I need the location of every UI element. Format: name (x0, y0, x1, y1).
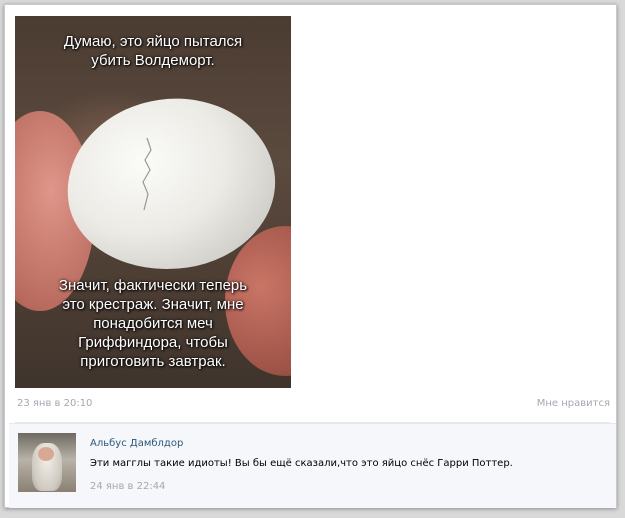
egg-crack-icon (142, 137, 152, 211)
comment-date[interactable]: 24 янв в 22:44 (90, 481, 165, 492)
meme-caption-bottom: Значит, фактически теперь это крестраж. … (58, 277, 248, 370)
like-button[interactable]: Мне нравится (537, 398, 610, 409)
comment-author[interactable]: Альбус Дамблдор (90, 438, 183, 449)
post-date[interactable]: 23 янв в 20:10 (17, 398, 92, 409)
comment-text: Эти магглы такие идиоты! Вы бы ещё сказа… (90, 458, 513, 469)
avatar-face (38, 447, 54, 461)
avatar[interactable] (18, 433, 76, 492)
meme-caption-top: Думаю, это яйцо пытался убить Волдеморт. (63, 33, 243, 69)
comment: Альбус Дамблдор Эти магглы такие идиоты!… (9, 423, 616, 508)
post-card: Думаю, это яйцо пытался убить Волдеморт.… (4, 4, 617, 508)
post-photo[interactable]: Думаю, это яйцо пытался убить Волдеморт.… (15, 16, 291, 388)
